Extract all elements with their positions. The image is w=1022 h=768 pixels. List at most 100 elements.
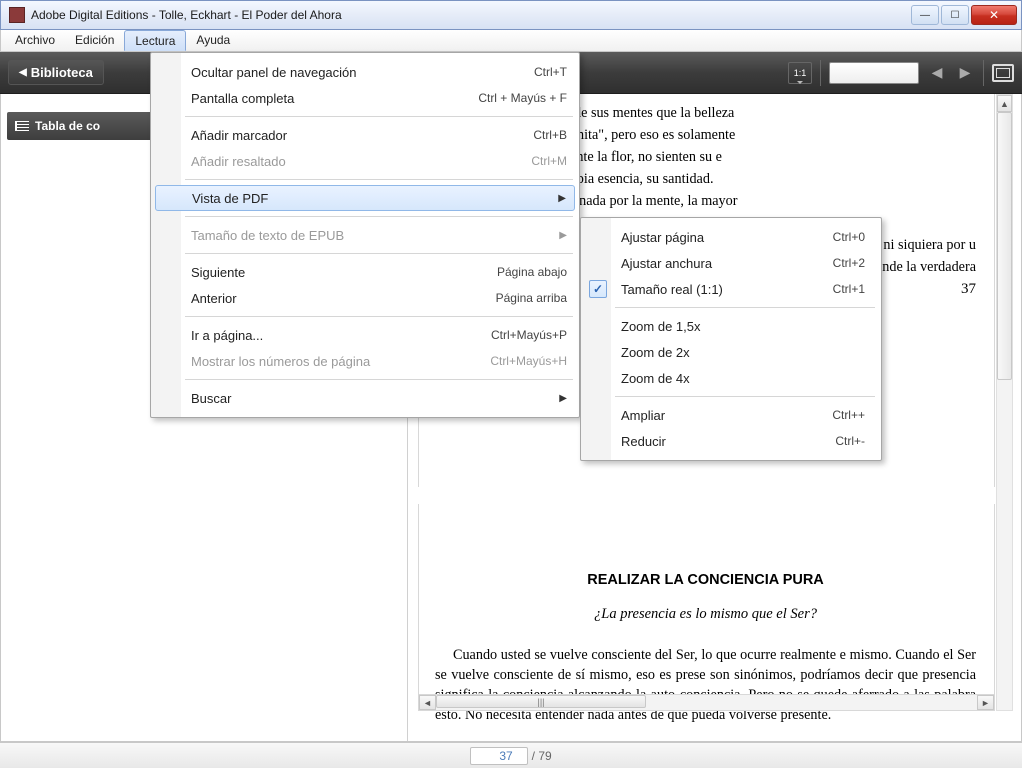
toolbar-divider-2 — [983, 60, 984, 86]
menu-item-add-highlight: Añadir resaltado Ctrl+M — [153, 148, 577, 174]
menu-item-show-page-numbers: Mostrar los números de página Ctrl+Mayús… — [153, 348, 577, 374]
vscroll-up-arrow-icon[interactable]: ▲ — [997, 95, 1012, 112]
menu-shortcut: Ctrl+- — [835, 434, 865, 448]
menu-item-label: Anterior — [191, 291, 237, 306]
menu-item-label: Zoom de 4x — [621, 371, 690, 386]
pdf-view-submenu: Ajustar página Ctrl+0 Ajustar anchura Ct… — [580, 217, 882, 461]
menu-item-label: Añadir marcador — [191, 128, 287, 143]
menubar: Archivo Edición Lectura Ayuda — [0, 30, 1022, 52]
submenu-fit-width[interactable]: Ajustar anchura Ctrl+2 — [583, 250, 879, 276]
status-bar: 37 / 79 — [0, 742, 1022, 768]
menu-shortcut: Ctrl+B — [533, 128, 567, 142]
vscroll-thumb[interactable] — [997, 112, 1012, 380]
toc-icon — [15, 121, 29, 131]
vertical-scrollbar[interactable]: ▲ — [996, 94, 1013, 711]
menu-item-label: Reducir — [621, 434, 666, 449]
menu-item-label: Añadir resaltado — [191, 154, 286, 169]
menu-item-epub-text-size: Tamaño de texto de EPUB ▶ — [153, 222, 577, 248]
page-number-input[interactable] — [829, 62, 919, 84]
submenu-fit-page[interactable]: Ajustar página Ctrl+0 — [583, 224, 879, 250]
back-triangle-icon: ◀ — [19, 67, 27, 78]
menu-shortcut: Ctrl+Mayús+H — [490, 354, 567, 368]
toolbar-divider — [820, 60, 821, 86]
menu-shortcut: Ctrl+0 — [833, 230, 865, 244]
menu-shortcut: Ctrl+1 — [833, 282, 865, 296]
hscroll-left-arrow-icon[interactable]: ◄ — [419, 695, 436, 710]
menu-separator — [615, 307, 875, 308]
zoom-ratio-button[interactable]: 1:1 — [788, 62, 812, 84]
menu-item-label: Ampliar — [621, 408, 665, 423]
page-lower: REALIZAR LA CONCIENCIA PURA ¿La presenci… — [418, 504, 995, 711]
check-icon: ✓ — [589, 280, 607, 298]
menu-ayuda[interactable]: Ayuda — [186, 30, 240, 51]
menu-item-add-bookmark[interactable]: Añadir marcador Ctrl+B — [153, 122, 577, 148]
lectura-dropdown: Ocultar panel de navegación Ctrl+T Panta… — [150, 52, 580, 418]
menu-item-label: Zoom de 1,5x — [621, 319, 701, 334]
total-pages-label: / 79 — [532, 749, 552, 763]
menu-item-label: Tamaño de texto de EPUB — [191, 228, 344, 243]
submenu-zoom-2[interactable]: Zoom de 2x — [583, 339, 879, 365]
menu-item-label: Buscar — [191, 391, 231, 406]
menu-separator — [185, 253, 573, 254]
hscroll-track[interactable]: ||| — [436, 695, 977, 710]
menu-item-label: Ajustar anchura — [621, 256, 712, 271]
next-page-button[interactable]: ▶ — [955, 62, 975, 84]
menu-item-goto-page[interactable]: Ir a página... Ctrl+Mayús+P — [153, 322, 577, 348]
library-button[interactable]: ◀ Biblioteca — [8, 60, 104, 85]
menu-item-label: Ir a página... — [191, 328, 263, 343]
menu-separator — [185, 116, 573, 117]
horizontal-scrollbar[interactable]: ◄ ||| ► — [418, 694, 995, 711]
window-close-button[interactable]: ✕ — [971, 5, 1017, 25]
menu-item-hide-nav[interactable]: Ocultar panel de navegación Ctrl+T — [153, 59, 577, 85]
menu-item-label: Ocultar panel de navegación — [191, 65, 357, 80]
prev-page-button[interactable]: ◀ — [927, 62, 947, 84]
menu-item-next[interactable]: Siguiente Página abajo — [153, 259, 577, 285]
menu-item-label: Pantalla completa — [191, 91, 294, 106]
menu-item-fullscreen[interactable]: Pantalla completa Ctrl + Mayús + F — [153, 85, 577, 111]
submenu-zoom-in[interactable]: Ampliar Ctrl++ — [583, 402, 879, 428]
menu-shortcut: Ctrl+2 — [833, 256, 865, 270]
menu-item-label: Mostrar los números de página — [191, 354, 370, 369]
menu-item-label: Ajustar página — [621, 230, 704, 245]
menu-shortcut: Ctrl + Mayús + F — [478, 91, 567, 105]
section-subheading: ¿La presencia es lo mismo que el Ser? — [435, 606, 976, 623]
menu-shortcut: Página abajo — [497, 265, 567, 279]
submenu-zoom-15[interactable]: Zoom de 1,5x — [583, 313, 879, 339]
menu-archivo[interactable]: Archivo — [5, 30, 65, 51]
window-minimize-button[interactable]: — — [911, 5, 939, 25]
body-paragraph: Cuando usted se vuelve consciente del Se… — [435, 645, 976, 725]
app-icon — [9, 7, 25, 23]
window-maximize-button[interactable]: ☐ — [941, 5, 969, 25]
menu-item-prev[interactable]: Anterior Página arriba — [153, 285, 577, 311]
window-titlebar: Adobe Digital Editions - Tolle, Eckhart … — [0, 0, 1022, 30]
zoom-ratio-label: 1:1 — [794, 68, 807, 78]
submenu-actual-size[interactable]: ✓ Tamaño real (1:1) Ctrl+1 — [583, 276, 879, 302]
menu-shortcut: Ctrl++ — [832, 408, 865, 422]
submenu-arrow-icon: ▶ — [559, 393, 567, 404]
submenu-zoom-4[interactable]: Zoom de 4x — [583, 365, 879, 391]
menu-item-label: Vista de PDF — [192, 191, 268, 206]
submenu-zoom-out[interactable]: Reducir Ctrl+- — [583, 428, 879, 454]
section-heading: REALIZAR LA CONCIENCIA PURA — [435, 572, 976, 588]
fullscreen-button[interactable] — [992, 64, 1014, 82]
menu-separator — [185, 216, 573, 217]
menu-shortcut: Ctrl+T — [534, 65, 567, 79]
menu-item-search[interactable]: Buscar ▶ — [153, 385, 577, 411]
menu-edicion[interactable]: Edición — [65, 30, 124, 51]
library-button-label: Biblioteca — [31, 65, 93, 80]
current-page-field[interactable]: 37 — [470, 747, 527, 765]
hscroll-right-arrow-icon[interactable]: ► — [977, 695, 994, 710]
menu-shortcut: Ctrl+M — [531, 154, 567, 168]
window-title: Adobe Digital Editions - Tolle, Eckhart … — [31, 8, 342, 22]
menu-separator — [185, 379, 573, 380]
menu-separator — [615, 396, 875, 397]
menu-item-label: Siguiente — [191, 265, 245, 280]
menu-separator — [185, 179, 573, 180]
menu-item-label: Tamaño real (1:1) — [621, 282, 723, 297]
menu-lectura[interactable]: Lectura — [124, 30, 186, 51]
submenu-arrow-icon: ▶ — [559, 230, 567, 241]
menu-shortcut: Ctrl+Mayús+P — [491, 328, 567, 342]
menu-item-pdf-view[interactable]: Vista de PDF ▶ — [155, 185, 575, 211]
hscroll-thumb[interactable]: ||| — [436, 695, 646, 708]
menu-shortcut: Página arriba — [496, 291, 567, 305]
